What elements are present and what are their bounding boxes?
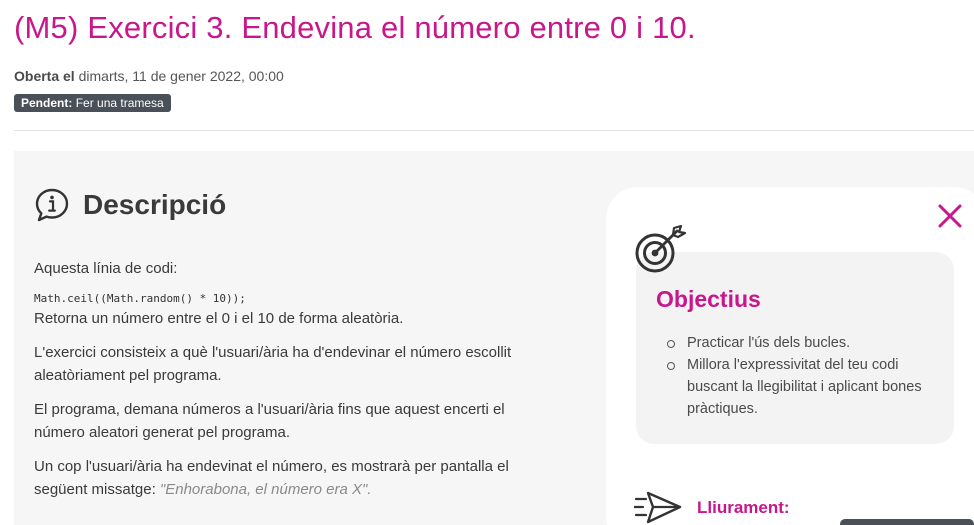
description-paragraph-4: Un cop l'usuari/ària ha endevinat el núm… <box>34 455 554 501</box>
description-header: Descripció <box>34 187 226 223</box>
opened-date: Oberta el dimarts, 11 de gener 2022, 00:… <box>14 68 284 84</box>
description-paragraph-3: El programa, demana números a l'usuari/à… <box>34 401 505 441</box>
opened-label: Oberta el <box>14 68 75 84</box>
close-icon[interactable] <box>936 202 964 230</box>
objectives-card: Objectius Practicar l'ús dels bucles. Mi… <box>636 252 954 444</box>
description-paragraph-1: Retorna un número entre el 0 i el 10 de … <box>34 310 404 327</box>
objectives-title: Objectius <box>656 286 761 312</box>
status-badge: Pendent: Fer una tramesa <box>14 94 171 112</box>
objective-item: Millora l'expressivitat del teu codi bus… <box>660 354 940 420</box>
description-body: Aquesta línia de codi: Math.ceil((Math.r… <box>34 257 554 512</box>
description-title: Descripció <box>83 189 227 220</box>
status-value: Fer una tramesa <box>75 96 164 110</box>
opened-date-value: dimarts, 11 de gener 2022, 00:00 <box>78 68 284 84</box>
paper-plane-icon <box>634 491 682 524</box>
code-snippet: Math.ceil((Math.random() * 10)); <box>34 292 246 305</box>
page-title: (M5) Exercici 3. Endevina el número entr… <box>14 10 696 45</box>
target-arrow-icon <box>635 224 687 273</box>
description-paragraph-2: L'exercici consisteix a què l'usuari/àri… <box>34 344 512 384</box>
description-intro: Aquesta línia de codi: <box>34 260 178 277</box>
success-message-quote: "Enhorabona, el número era X". <box>159 481 372 498</box>
drawer-scroll-handle[interactable] <box>840 519 974 525</box>
objective-item: Practicar l'ús dels bucles. <box>660 332 940 354</box>
status-label: Pendent: <box>21 96 73 110</box>
header-divider <box>14 130 974 131</box>
delivery-label: Lliurament: <box>697 498 790 517</box>
info-speech-bubble-icon <box>35 188 69 222</box>
objectives-list: Practicar l'ús dels bucles. Millora l'ex… <box>660 332 940 420</box>
